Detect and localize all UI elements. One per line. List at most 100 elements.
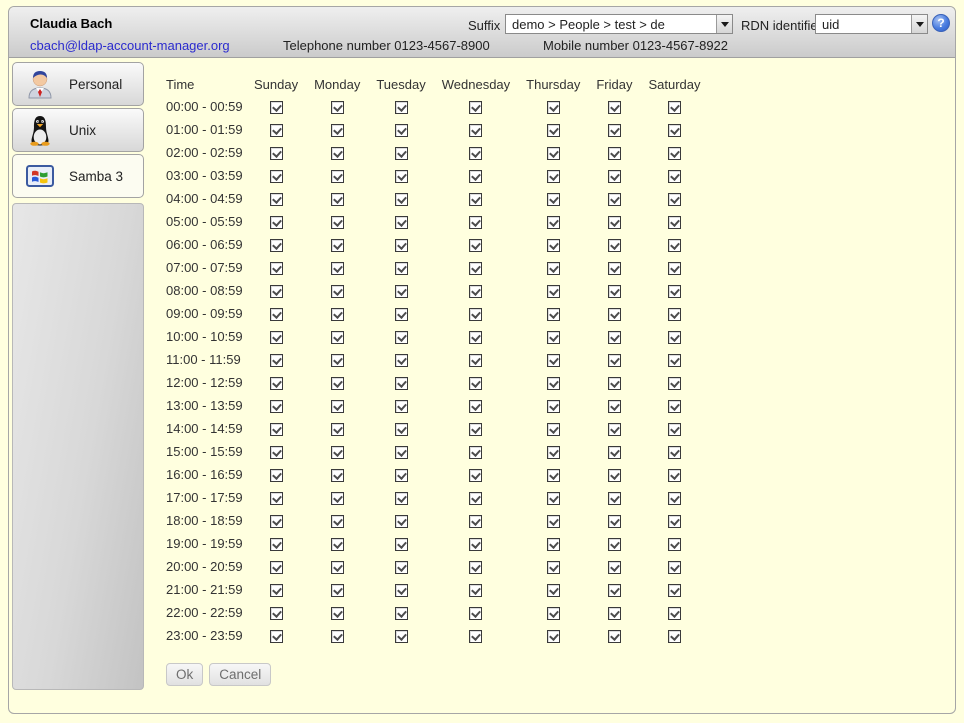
hour-checkbox[interactable]	[547, 170, 560, 183]
hour-checkbox[interactable]	[331, 101, 344, 114]
hour-checkbox[interactable]	[608, 239, 621, 252]
hour-checkbox[interactable]	[547, 423, 560, 436]
hour-checkbox[interactable]	[469, 216, 482, 229]
hour-checkbox[interactable]	[547, 147, 560, 160]
hour-checkbox[interactable]	[469, 607, 482, 620]
hour-checkbox[interactable]	[331, 170, 344, 183]
hour-checkbox[interactable]	[608, 423, 621, 436]
hour-checkbox[interactable]	[270, 124, 283, 137]
hour-checkbox[interactable]	[395, 193, 408, 206]
hour-checkbox[interactable]	[547, 400, 560, 413]
hour-checkbox[interactable]	[270, 193, 283, 206]
hour-checkbox[interactable]	[547, 285, 560, 298]
hour-checkbox[interactable]	[331, 400, 344, 413]
hour-checkbox[interactable]	[270, 101, 283, 114]
cancel-button[interactable]: Cancel	[209, 663, 271, 686]
hour-checkbox[interactable]	[331, 262, 344, 275]
hour-checkbox[interactable]	[270, 561, 283, 574]
hour-checkbox[interactable]	[547, 101, 560, 114]
hour-checkbox[interactable]	[395, 124, 408, 137]
hour-checkbox[interactable]	[331, 285, 344, 298]
hour-checkbox[interactable]	[547, 492, 560, 505]
hour-checkbox[interactable]	[668, 239, 681, 252]
hour-checkbox[interactable]	[668, 630, 681, 643]
hour-checkbox[interactable]	[270, 170, 283, 183]
hour-checkbox[interactable]	[469, 630, 482, 643]
hour-checkbox[interactable]	[668, 147, 681, 160]
hour-checkbox[interactable]	[668, 446, 681, 459]
hour-checkbox[interactable]	[331, 377, 344, 390]
hour-checkbox[interactable]	[469, 147, 482, 160]
hour-checkbox[interactable]	[331, 147, 344, 160]
hour-checkbox[interactable]	[331, 561, 344, 574]
hour-checkbox[interactable]	[608, 101, 621, 114]
hour-checkbox[interactable]	[668, 607, 681, 620]
hour-checkbox[interactable]	[608, 400, 621, 413]
hour-checkbox[interactable]	[469, 285, 482, 298]
hour-checkbox[interactable]	[668, 285, 681, 298]
hour-checkbox[interactable]	[469, 308, 482, 321]
hour-checkbox[interactable]	[395, 423, 408, 436]
hour-checkbox[interactable]	[395, 262, 408, 275]
hour-checkbox[interactable]	[547, 354, 560, 367]
hour-checkbox[interactable]	[608, 469, 621, 482]
hour-checkbox[interactable]	[395, 331, 408, 344]
hour-checkbox[interactable]	[331, 584, 344, 597]
hour-checkbox[interactable]	[668, 193, 681, 206]
hour-checkbox[interactable]	[668, 561, 681, 574]
hour-checkbox[interactable]	[270, 446, 283, 459]
hour-checkbox[interactable]	[331, 469, 344, 482]
hour-checkbox[interactable]	[668, 400, 681, 413]
hour-checkbox[interactable]	[547, 193, 560, 206]
hour-checkbox[interactable]	[270, 400, 283, 413]
hour-checkbox[interactable]	[469, 354, 482, 367]
chevron-down-icon[interactable]	[911, 15, 927, 33]
hour-checkbox[interactable]	[608, 147, 621, 160]
hour-checkbox[interactable]	[331, 423, 344, 436]
hour-checkbox[interactable]	[469, 492, 482, 505]
hour-checkbox[interactable]	[608, 285, 621, 298]
hour-checkbox[interactable]	[331, 308, 344, 321]
hour-checkbox[interactable]	[608, 377, 621, 390]
hour-checkbox[interactable]	[469, 170, 482, 183]
hour-checkbox[interactable]	[395, 515, 408, 528]
hour-checkbox[interactable]	[395, 354, 408, 367]
hour-checkbox[interactable]	[469, 262, 482, 275]
hour-checkbox[interactable]	[395, 561, 408, 574]
hour-checkbox[interactable]	[547, 538, 560, 551]
hour-checkbox[interactable]	[270, 423, 283, 436]
hour-checkbox[interactable]	[270, 331, 283, 344]
hour-checkbox[interactable]	[270, 377, 283, 390]
tab-samba3[interactable]: Samba 3	[12, 154, 144, 198]
tab-personal[interactable]: Personal	[12, 62, 144, 106]
hour-checkbox[interactable]	[395, 216, 408, 229]
hour-checkbox[interactable]	[270, 492, 283, 505]
hour-checkbox[interactable]	[668, 216, 681, 229]
hour-checkbox[interactable]	[547, 561, 560, 574]
hour-checkbox[interactable]	[331, 515, 344, 528]
hour-checkbox[interactable]	[395, 308, 408, 321]
hour-checkbox[interactable]	[547, 607, 560, 620]
hour-checkbox[interactable]	[608, 446, 621, 459]
hour-checkbox[interactable]	[469, 446, 482, 459]
hour-checkbox[interactable]	[608, 170, 621, 183]
hour-checkbox[interactable]	[270, 216, 283, 229]
hour-checkbox[interactable]	[608, 308, 621, 321]
hour-checkbox[interactable]	[668, 515, 681, 528]
hour-checkbox[interactable]	[668, 538, 681, 551]
hour-checkbox[interactable]	[395, 584, 408, 597]
hour-checkbox[interactable]	[608, 584, 621, 597]
hour-checkbox[interactable]	[608, 630, 621, 643]
hour-checkbox[interactable]	[270, 239, 283, 252]
hour-checkbox[interactable]	[331, 354, 344, 367]
hour-checkbox[interactable]	[270, 262, 283, 275]
hour-checkbox[interactable]	[547, 216, 560, 229]
hour-checkbox[interactable]	[547, 331, 560, 344]
hour-checkbox[interactable]	[608, 331, 621, 344]
hour-checkbox[interactable]	[270, 285, 283, 298]
hour-checkbox[interactable]	[668, 492, 681, 505]
hour-checkbox[interactable]	[668, 331, 681, 344]
hour-checkbox[interactable]	[331, 630, 344, 643]
hour-checkbox[interactable]	[668, 584, 681, 597]
hour-checkbox[interactable]	[395, 469, 408, 482]
